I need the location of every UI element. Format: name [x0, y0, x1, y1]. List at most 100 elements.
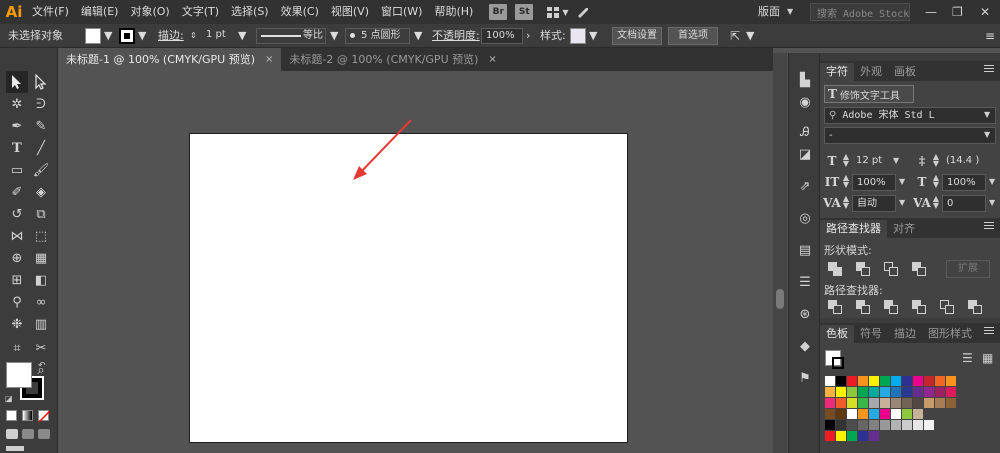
trim-icon[interactable]: [856, 300, 870, 314]
minus-back-icon[interactable]: [968, 300, 982, 314]
line-tool[interactable]: ╱: [30, 137, 52, 159]
color-swatch[interactable]: [858, 431, 868, 441]
merge-icon[interactable]: [884, 300, 898, 314]
draw-behind-button[interactable]: [22, 429, 34, 439]
color-swatch[interactable]: [847, 398, 857, 408]
color-swatch[interactable]: [858, 420, 868, 430]
color-swatch[interactable]: [847, 409, 857, 419]
character-icon[interactable]: Ꭿ: [796, 123, 814, 141]
tab-artboards[interactable]: 画板: [888, 63, 922, 81]
tab-document-2[interactable]: 未标题-2 @ 100% (CMYK/GPU 预览) ×: [281, 48, 504, 71]
color-swatch[interactable]: [902, 420, 912, 430]
color-swatch[interactable]: [858, 409, 868, 419]
stroke-weight-spinner[interactable]: ⇕: [190, 24, 197, 48]
panel-menu-icon[interactable]: [984, 222, 994, 232]
color-swatch[interactable]: [924, 376, 934, 386]
arrange-documents-button[interactable]: ▼: [547, 6, 568, 18]
horizontal-scale-spinner[interactable]: ▲ ▼: [932, 174, 940, 189]
column-graph-tool[interactable]: ▥: [30, 313, 52, 335]
chevron-down-icon[interactable]: ▼: [984, 110, 990, 119]
color-swatch[interactable]: [825, 398, 835, 408]
layers-icon[interactable]: ◆: [796, 337, 814, 355]
color-swatch[interactable]: [924, 398, 934, 408]
color-swatch[interactable]: [946, 398, 956, 408]
pen-tool[interactable]: ✒: [6, 115, 28, 137]
menu-edit[interactable]: 编辑(E): [75, 0, 125, 24]
libraries-icon[interactable]: ▙: [796, 71, 814, 89]
menu-window[interactable]: 窗口(W): [375, 0, 428, 24]
list-view-icon[interactable]: ☰: [962, 351, 973, 365]
color-swatch[interactable]: [847, 376, 857, 386]
chevron-down-icon[interactable]: ▼: [746, 24, 754, 48]
color-swatch[interactable]: [858, 398, 868, 408]
color-swatch[interactable]: [913, 409, 923, 419]
screen-mode-button[interactable]: [6, 446, 24, 451]
symbol-sprayer-tool[interactable]: ❉: [6, 313, 28, 335]
tracking-field[interactable]: 0: [942, 195, 986, 212]
color-swatch[interactable]: [913, 420, 923, 430]
stroke-profile-dropdown[interactable]: 等比: [256, 28, 326, 44]
exclude-icon[interactable]: [912, 262, 926, 276]
none-mode-button[interactable]: [38, 410, 51, 423]
blend-tool[interactable]: ∞: [30, 291, 52, 313]
color-swatch[interactable]: [858, 387, 868, 397]
color-swatch[interactable]: [946, 376, 956, 386]
color-swatch[interactable]: [825, 387, 835, 397]
font-style-field[interactable]: -: [824, 127, 996, 144]
stroke-label[interactable]: 描边:: [158, 24, 184, 48]
color-swatch[interactable]: [836, 420, 846, 430]
color-mode-button[interactable]: [6, 410, 17, 421]
outline-icon[interactable]: [940, 300, 954, 314]
stock-search-input[interactable]: 搜索 Adobe Stock: [810, 3, 910, 21]
leading-field[interactable]: (14.4 ): [942, 153, 998, 170]
intersect-icon[interactable]: [884, 262, 898, 276]
color-swatch[interactable]: [935, 376, 945, 386]
tab-symbols[interactable]: 符号: [854, 325, 888, 343]
font-size-spinner[interactable]: ▲ ▼: [842, 153, 850, 168]
fill-swatch[interactable]: [85, 28, 101, 44]
color-swatch[interactable]: [869, 376, 879, 386]
current-stroke-swatch[interactable]: [832, 357, 844, 369]
color-swatch[interactable]: [902, 409, 912, 419]
chevron-down-icon[interactable]: ▼: [899, 198, 905, 207]
color-swatch[interactable]: [913, 387, 923, 397]
kerning-field[interactable]: 自动: [852, 195, 896, 212]
color-guide-icon[interactable]: ◉: [796, 93, 814, 111]
close-tab-icon[interactable]: ×: [488, 48, 496, 71]
menu-type[interactable]: 文字(T): [176, 0, 225, 24]
minimize-button[interactable]: —: [925, 0, 937, 24]
scale-tool[interactable]: ⧉: [30, 203, 52, 225]
color-swatch[interactable]: [913, 398, 923, 408]
direct-selection-tool[interactable]: [30, 71, 52, 93]
color-swatch[interactable]: [902, 398, 912, 408]
stroke-swatch[interactable]: [119, 28, 135, 44]
preferences-button[interactable]: 首选项: [668, 27, 718, 45]
rotate-tool[interactable]: ↺: [6, 203, 28, 225]
color-swatch[interactable]: [869, 398, 879, 408]
tab-character[interactable]: 字符: [820, 63, 854, 81]
default-colors-icon[interactable]: ◪: [5, 394, 13, 403]
opacity-label[interactable]: 不透明度:: [432, 24, 480, 48]
color-swatch[interactable]: [847, 387, 857, 397]
color-swatch[interactable]: [935, 387, 945, 397]
color-swatch[interactable]: [847, 420, 857, 430]
color-swatch[interactable]: [836, 376, 846, 386]
paintbrush-tool[interactable]: 🖌: [30, 159, 52, 181]
unite-icon[interactable]: [828, 262, 842, 276]
color-swatch[interactable]: [913, 376, 923, 386]
chevron-down-icon[interactable]: ▼: [989, 198, 995, 207]
width-tool[interactable]: ⋈: [6, 225, 28, 247]
gradient-panel-icon[interactable]: ▤: [796, 241, 814, 259]
opacity-field[interactable]: 100%: [481, 28, 523, 44]
document-setup-button[interactable]: 文档设置: [612, 27, 662, 45]
color-swatch[interactable]: [836, 409, 846, 419]
chevron-down-icon[interactable]: ▼: [330, 24, 338, 48]
tab-appearance[interactable]: 外观: [854, 63, 888, 81]
minus-front-icon[interactable]: [856, 262, 870, 276]
color-swatch[interactable]: [891, 387, 901, 397]
transparency-icon[interactable]: ◎: [796, 209, 814, 227]
asset-export-icon[interactable]: ⚑: [796, 369, 814, 387]
color-swatch[interactable]: [924, 420, 934, 430]
color-swatch[interactable]: [858, 376, 868, 386]
menu-view[interactable]: 视图(V): [325, 0, 375, 24]
